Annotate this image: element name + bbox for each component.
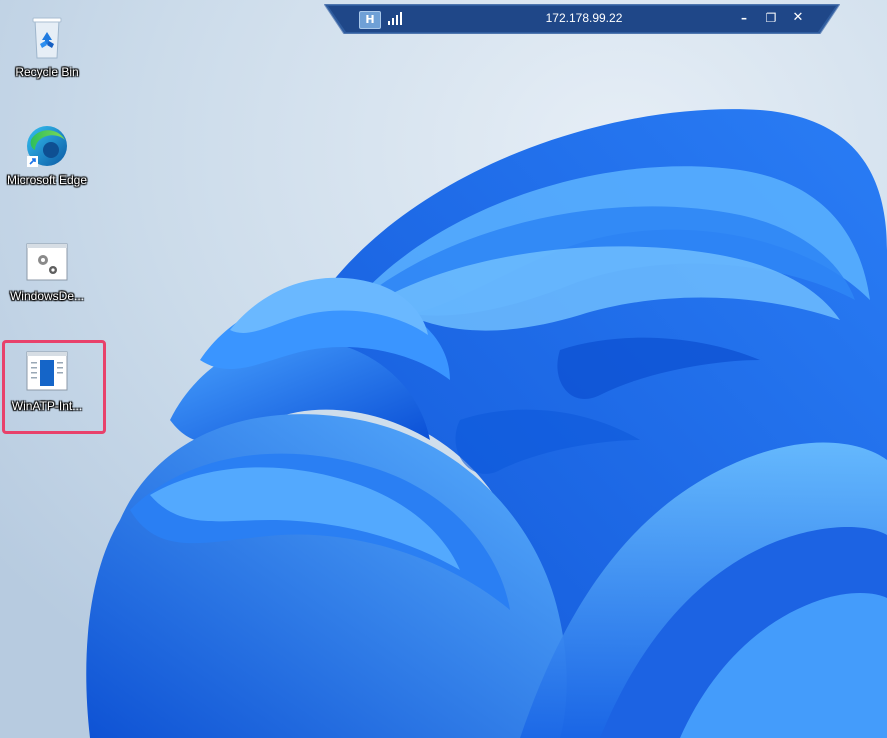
desktop-icon-label: WindowsDe... (9, 289, 85, 303)
desktop-icon-winatp[interactable]: WinATP-Int... (4, 348, 90, 414)
desktop-icon-label: Microsoft Edge (6, 173, 88, 187)
desktop-icon-microsoft-edge[interactable]: Microsoft Edge (4, 122, 90, 188)
signal-strength-icon[interactable] (387, 11, 403, 25)
recycle-bin-icon (23, 14, 71, 62)
edge-icon (23, 122, 71, 170)
close-button[interactable]: ✕ (789, 9, 807, 27)
desktop-icon-label: Recycle Bin (15, 65, 79, 79)
remote-connection-bar: H 172.178.99.22 – ❐ ✕ (324, 4, 840, 34)
pin-button[interactable]: H (359, 11, 381, 29)
desktop-icon-windowsde[interactable]: WindowsDe... (4, 238, 90, 304)
wallpaper (0, 0, 887, 738)
desktop-icon-recycle-bin[interactable]: Recycle Bin (4, 14, 90, 80)
desktop-icon-label: WinATP-Int... (11, 399, 83, 413)
desktop: H 172.178.99.22 – ❐ ✕ Recycle Bin Micros… (0, 0, 887, 738)
host-address: 172.178.99.22 (545, 11, 623, 25)
minimize-button[interactable]: – (735, 9, 753, 27)
gear-window-icon (23, 238, 71, 286)
restore-button[interactable]: ❐ (762, 9, 780, 27)
document-window-icon (23, 348, 71, 396)
